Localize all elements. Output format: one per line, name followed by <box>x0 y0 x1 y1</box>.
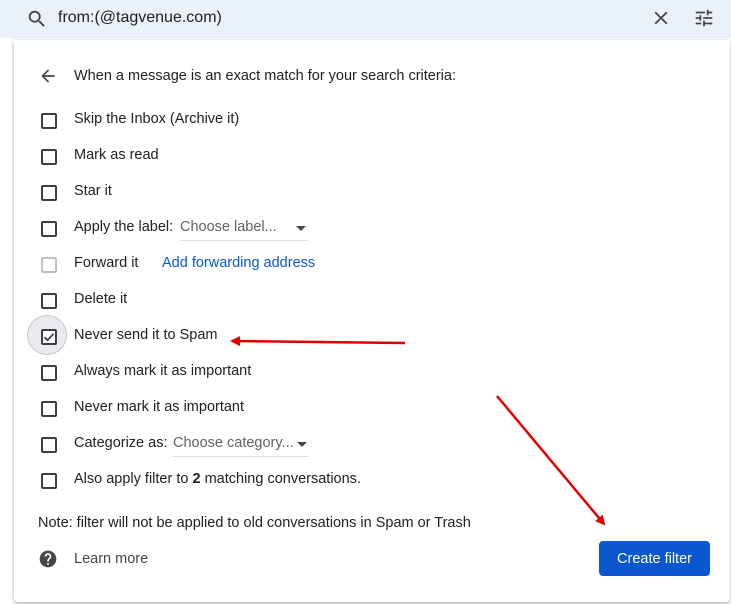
option-categorize[interactable]: Categorize as: Choose category... <box>14 426 714 462</box>
apply-to-matching-label: Also apply filter to 2 matching conversa… <box>74 471 361 487</box>
apply-to-matching-prefix: Also apply filter to <box>74 471 193 487</box>
matching-count: 2 <box>192 471 201 487</box>
forward-it-checkbox[interactable] <box>41 257 57 273</box>
skip-inbox-checkbox[interactable] <box>41 113 57 129</box>
apply-label-label: Apply the label: <box>74 219 174 235</box>
apply-to-matching-suffix: matching conversations. <box>200 471 361 487</box>
choose-label-dropdown[interactable]: Choose label... <box>180 216 308 241</box>
search-query[interactable]: from:(@tagvenue.com) <box>58 9 222 27</box>
search-icon[interactable] <box>26 8 48 30</box>
apply-to-matching-checkbox[interactable] <box>41 473 57 489</box>
option-apply-to-matching[interactable]: Also apply filter to 2 matching conversa… <box>14 462 714 498</box>
checkmark-icon <box>43 333 55 342</box>
star-it-label: Star it <box>74 183 112 199</box>
categorize-checkbox[interactable] <box>41 437 57 453</box>
never-important-checkbox[interactable] <box>41 401 57 417</box>
dropdown-arrow-icon <box>297 442 307 447</box>
option-apply-label[interactable]: Apply the label: Choose label... <box>14 210 714 246</box>
choose-category-value: Choose category... <box>173 435 294 451</box>
filter-options-panel: When a message is an exact match for you… <box>14 40 730 602</box>
never-spam-label: Never send it to Spam <box>74 327 218 343</box>
help-icon[interactable] <box>38 549 58 569</box>
always-important-label: Always mark it as important <box>74 363 252 379</box>
learn-more-link[interactable]: Learn more <box>74 551 148 567</box>
option-delete-it[interactable]: Delete it <box>14 282 714 318</box>
option-mark-as-read[interactable]: Mark as read <box>14 138 714 174</box>
choose-category-dropdown[interactable]: Choose category... <box>173 432 309 457</box>
filter-header: When a message is an exact match for you… <box>74 68 456 84</box>
filter-note: Note: filter will not be applied to old … <box>38 515 471 531</box>
never-spam-checkbox[interactable] <box>41 329 57 345</box>
star-it-checkbox[interactable] <box>41 185 57 201</box>
tune-icon[interactable] <box>693 7 715 29</box>
apply-label-checkbox[interactable] <box>41 221 57 237</box>
option-never-spam[interactable]: Never send it to Spam <box>14 315 714 355</box>
add-forwarding-address-link[interactable]: Add forwarding address <box>162 255 315 271</box>
categorize-label: Categorize as: <box>74 435 168 451</box>
option-always-important[interactable]: Always mark it as important <box>14 354 714 390</box>
delete-it-checkbox[interactable] <box>41 293 57 309</box>
close-icon[interactable] <box>650 7 672 29</box>
choose-label-value: Choose label... <box>180 219 277 235</box>
option-never-important[interactable]: Never mark it as important <box>14 390 714 426</box>
search-bar[interactable]: from:(@tagvenue.com) <box>0 0 731 38</box>
never-important-label: Never mark it as important <box>74 399 245 415</box>
always-important-checkbox[interactable] <box>41 365 57 381</box>
option-skip-inbox[interactable]: Skip the Inbox (Archive it) <box>14 102 714 138</box>
forward-it-label: Forward it <box>74 255 139 271</box>
option-forward-it[interactable]: Forward it Add forwarding address <box>14 246 714 282</box>
mark-as-read-checkbox[interactable] <box>41 149 57 165</box>
arrow-back-icon[interactable] <box>38 66 58 86</box>
mark-as-read-label: Mark as read <box>74 147 159 163</box>
skip-inbox-label: Skip the Inbox (Archive it) <box>74 111 240 127</box>
delete-it-label: Delete it <box>74 291 128 307</box>
dropdown-arrow-icon <box>296 226 306 231</box>
create-filter-button[interactable]: Create filter <box>599 541 710 576</box>
option-star-it[interactable]: Star it <box>14 174 714 210</box>
